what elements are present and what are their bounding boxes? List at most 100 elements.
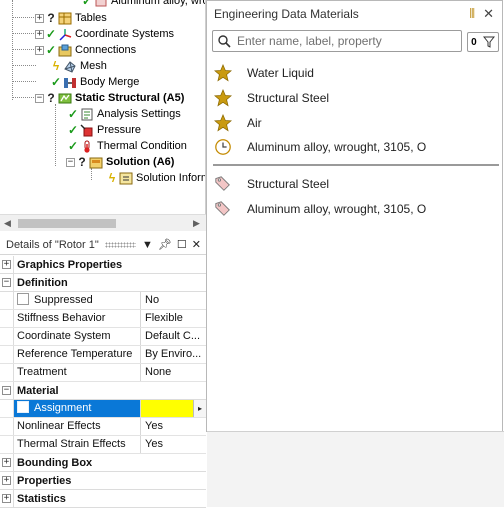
checkbox[interactable]	[17, 401, 29, 413]
columns-icon[interactable]: ⦀	[469, 6, 475, 22]
expand-icon[interactable]: +	[35, 29, 44, 39]
check-icon: ✓	[45, 27, 57, 41]
drag-grip[interactable]	[104, 241, 137, 248]
edm-header: Engineering Data Materials ⦀ ✕	[207, 1, 502, 27]
scroll-thumb[interactable]	[18, 219, 116, 228]
question-icon: ?	[47, 11, 55, 25]
material-item-aluminum-alloy-recent[interactable]: Aluminum alloy, wrought, 3105, O	[213, 136, 426, 158]
solution-information-icon	[119, 172, 133, 184]
star-icon	[213, 88, 233, 108]
tree-item-aluminum-alloy[interactable]: ✓ Aluminum alloy, wro	[80, 0, 205, 9]
details-title: Details of "Rotor 1"	[6, 238, 99, 251]
category-properties[interactable]: + Properties	[0, 472, 206, 490]
pressure-icon	[80, 124, 93, 136]
filter-count: 0	[471, 36, 477, 48]
dropdown-icon[interactable]: ▼	[142, 239, 153, 251]
tree-connector	[12, 0, 13, 100]
expand-icon[interactable]: +	[2, 476, 11, 485]
tree-connector	[55, 104, 56, 166]
category-material[interactable]: − Material	[0, 382, 206, 400]
property-stiffness-behavior[interactable]: Stiffness Behavior Flexible	[0, 310, 206, 328]
search-placeholder: Enter name, label, property	[237, 34, 382, 48]
property-coordinate-system[interactable]: Coordinate System Default C...	[0, 328, 206, 346]
tree-connector	[12, 97, 36, 98]
collapse-icon[interactable]: −	[2, 386, 11, 395]
details-header: Details of "Rotor 1" ▼ 📌︎ ☐ ✕	[0, 235, 206, 255]
property-treatment[interactable]: Treatment None	[0, 364, 206, 382]
material-item-aluminum-alloy-tagged[interactable]: Aluminum alloy, wrought, 3105, O	[213, 198, 426, 220]
thermometer-icon	[84, 140, 90, 153]
property-value[interactable]: Yes	[141, 418, 206, 435]
property-thermal-strain-effects[interactable]: Thermal Strain Effects Yes	[0, 436, 206, 454]
expand-icon[interactable]: +	[2, 458, 11, 467]
pin-icon[interactable]: 📌︎	[158, 238, 172, 251]
collapse-icon[interactable]: −	[66, 157, 75, 167]
expand-icon[interactable]: +	[35, 45, 44, 55]
search-icon	[218, 34, 231, 48]
material-item-water-liquid[interactable]: Water Liquid	[213, 62, 314, 84]
expand-icon[interactable]: +	[35, 13, 44, 23]
tree-item-body-merge[interactable]: ✓ Body Merge	[49, 74, 139, 90]
tree-item-static-structural[interactable]: − ? Static Structural (A5)	[35, 90, 184, 106]
category-graphics-properties[interactable]: + Graphics Properties	[0, 256, 206, 274]
expand-icon[interactable]: +	[2, 494, 11, 503]
tag-icon	[213, 174, 233, 194]
maximize-icon[interactable]: ☐	[177, 238, 187, 251]
tree-horizontal-scrollbar[interactable]: ◀ ▶	[0, 214, 206, 231]
check-icon: ✓	[67, 123, 79, 137]
tree-item-solution-information[interactable]: ϟ Solution Inform	[105, 170, 205, 186]
assignment-value-field[interactable]: ▸	[141, 400, 206, 417]
property-nonlinear-effects[interactable]: Nonlinear Effects Yes	[0, 418, 206, 436]
scroll-left-icon[interactable]: ◀	[4, 218, 11, 229]
tree-item-thermal-condition[interactable]: ✓ Thermal Condition	[66, 138, 187, 154]
filter-button[interactable]: 0	[467, 32, 499, 52]
collapse-icon[interactable]: −	[35, 93, 44, 103]
tree-item-tables[interactable]: + ? Tables	[35, 10, 107, 26]
category-bounding-box[interactable]: + Bounding Box	[0, 454, 206, 472]
expand-arrow-icon[interactable]: ▸	[193, 400, 206, 417]
check-icon: ✓	[67, 139, 79, 153]
property-suppressed[interactable]: Suppressed No	[0, 292, 206, 310]
tree-item-solution[interactable]: − ? Solution (A6)	[66, 154, 174, 170]
star-icon	[213, 63, 233, 83]
property-value[interactable]: No	[141, 292, 206, 309]
tree-connector	[12, 49, 36, 50]
tree-item-connections[interactable]: + ✓ Connections	[35, 42, 136, 58]
tree-item-coordinate-systems[interactable]: + ✓ Coordinate Systems	[35, 26, 174, 42]
checkbox[interactable]	[17, 293, 29, 305]
panel-footer-area	[207, 431, 504, 507]
mesh-icon	[64, 60, 76, 73]
material-item-air[interactable]: Air	[213, 112, 262, 134]
material-item-structural-steel[interactable]: Structural Steel	[213, 87, 329, 109]
body-merge-icon	[64, 77, 76, 88]
category-definition[interactable]: − Definition	[0, 274, 206, 292]
property-value[interactable]: None	[141, 364, 206, 381]
material-search-input[interactable]: Enter name, label, property	[212, 30, 462, 52]
check-icon: ✓	[81, 0, 93, 8]
material-item-structural-steel-tagged[interactable]: Structural Steel	[213, 173, 329, 195]
connections-icon	[58, 44, 72, 56]
tree-item-pressure[interactable]: ✓ Pressure	[66, 122, 141, 138]
expand-icon[interactable]: +	[2, 260, 11, 269]
funnel-icon	[482, 36, 495, 48]
tree-connector	[12, 81, 36, 82]
collapse-icon[interactable]: −	[2, 278, 11, 287]
lightning-icon: ϟ	[52, 59, 60, 73]
tree-item-mesh[interactable]: ϟ Mesh	[49, 58, 107, 74]
property-value[interactable]: By Enviro...	[141, 346, 206, 363]
close-icon[interactable]: ✕	[483, 6, 494, 22]
property-assignment[interactable]: Assignment ▸	[0, 400, 206, 418]
property-value[interactable]: Flexible	[141, 310, 206, 327]
tree-item-analysis-settings[interactable]: ✓ Analysis Settings	[66, 106, 181, 122]
close-icon[interactable]: ✕	[192, 238, 201, 251]
property-value[interactable]: Yes	[141, 436, 206, 453]
category-statistics[interactable]: + Statistics	[0, 490, 206, 508]
check-icon: ✓	[67, 107, 79, 121]
analysis-settings-icon	[81, 108, 93, 120]
scroll-right-icon[interactable]: ▶	[193, 218, 200, 229]
property-value[interactable]: Default C...	[141, 328, 206, 345]
property-reference-temperature[interactable]: Reference Temperature By Enviro...	[0, 346, 206, 364]
check-icon: ✓	[45, 43, 57, 57]
tag-icon	[213, 199, 233, 219]
static-structural-icon	[58, 93, 72, 103]
